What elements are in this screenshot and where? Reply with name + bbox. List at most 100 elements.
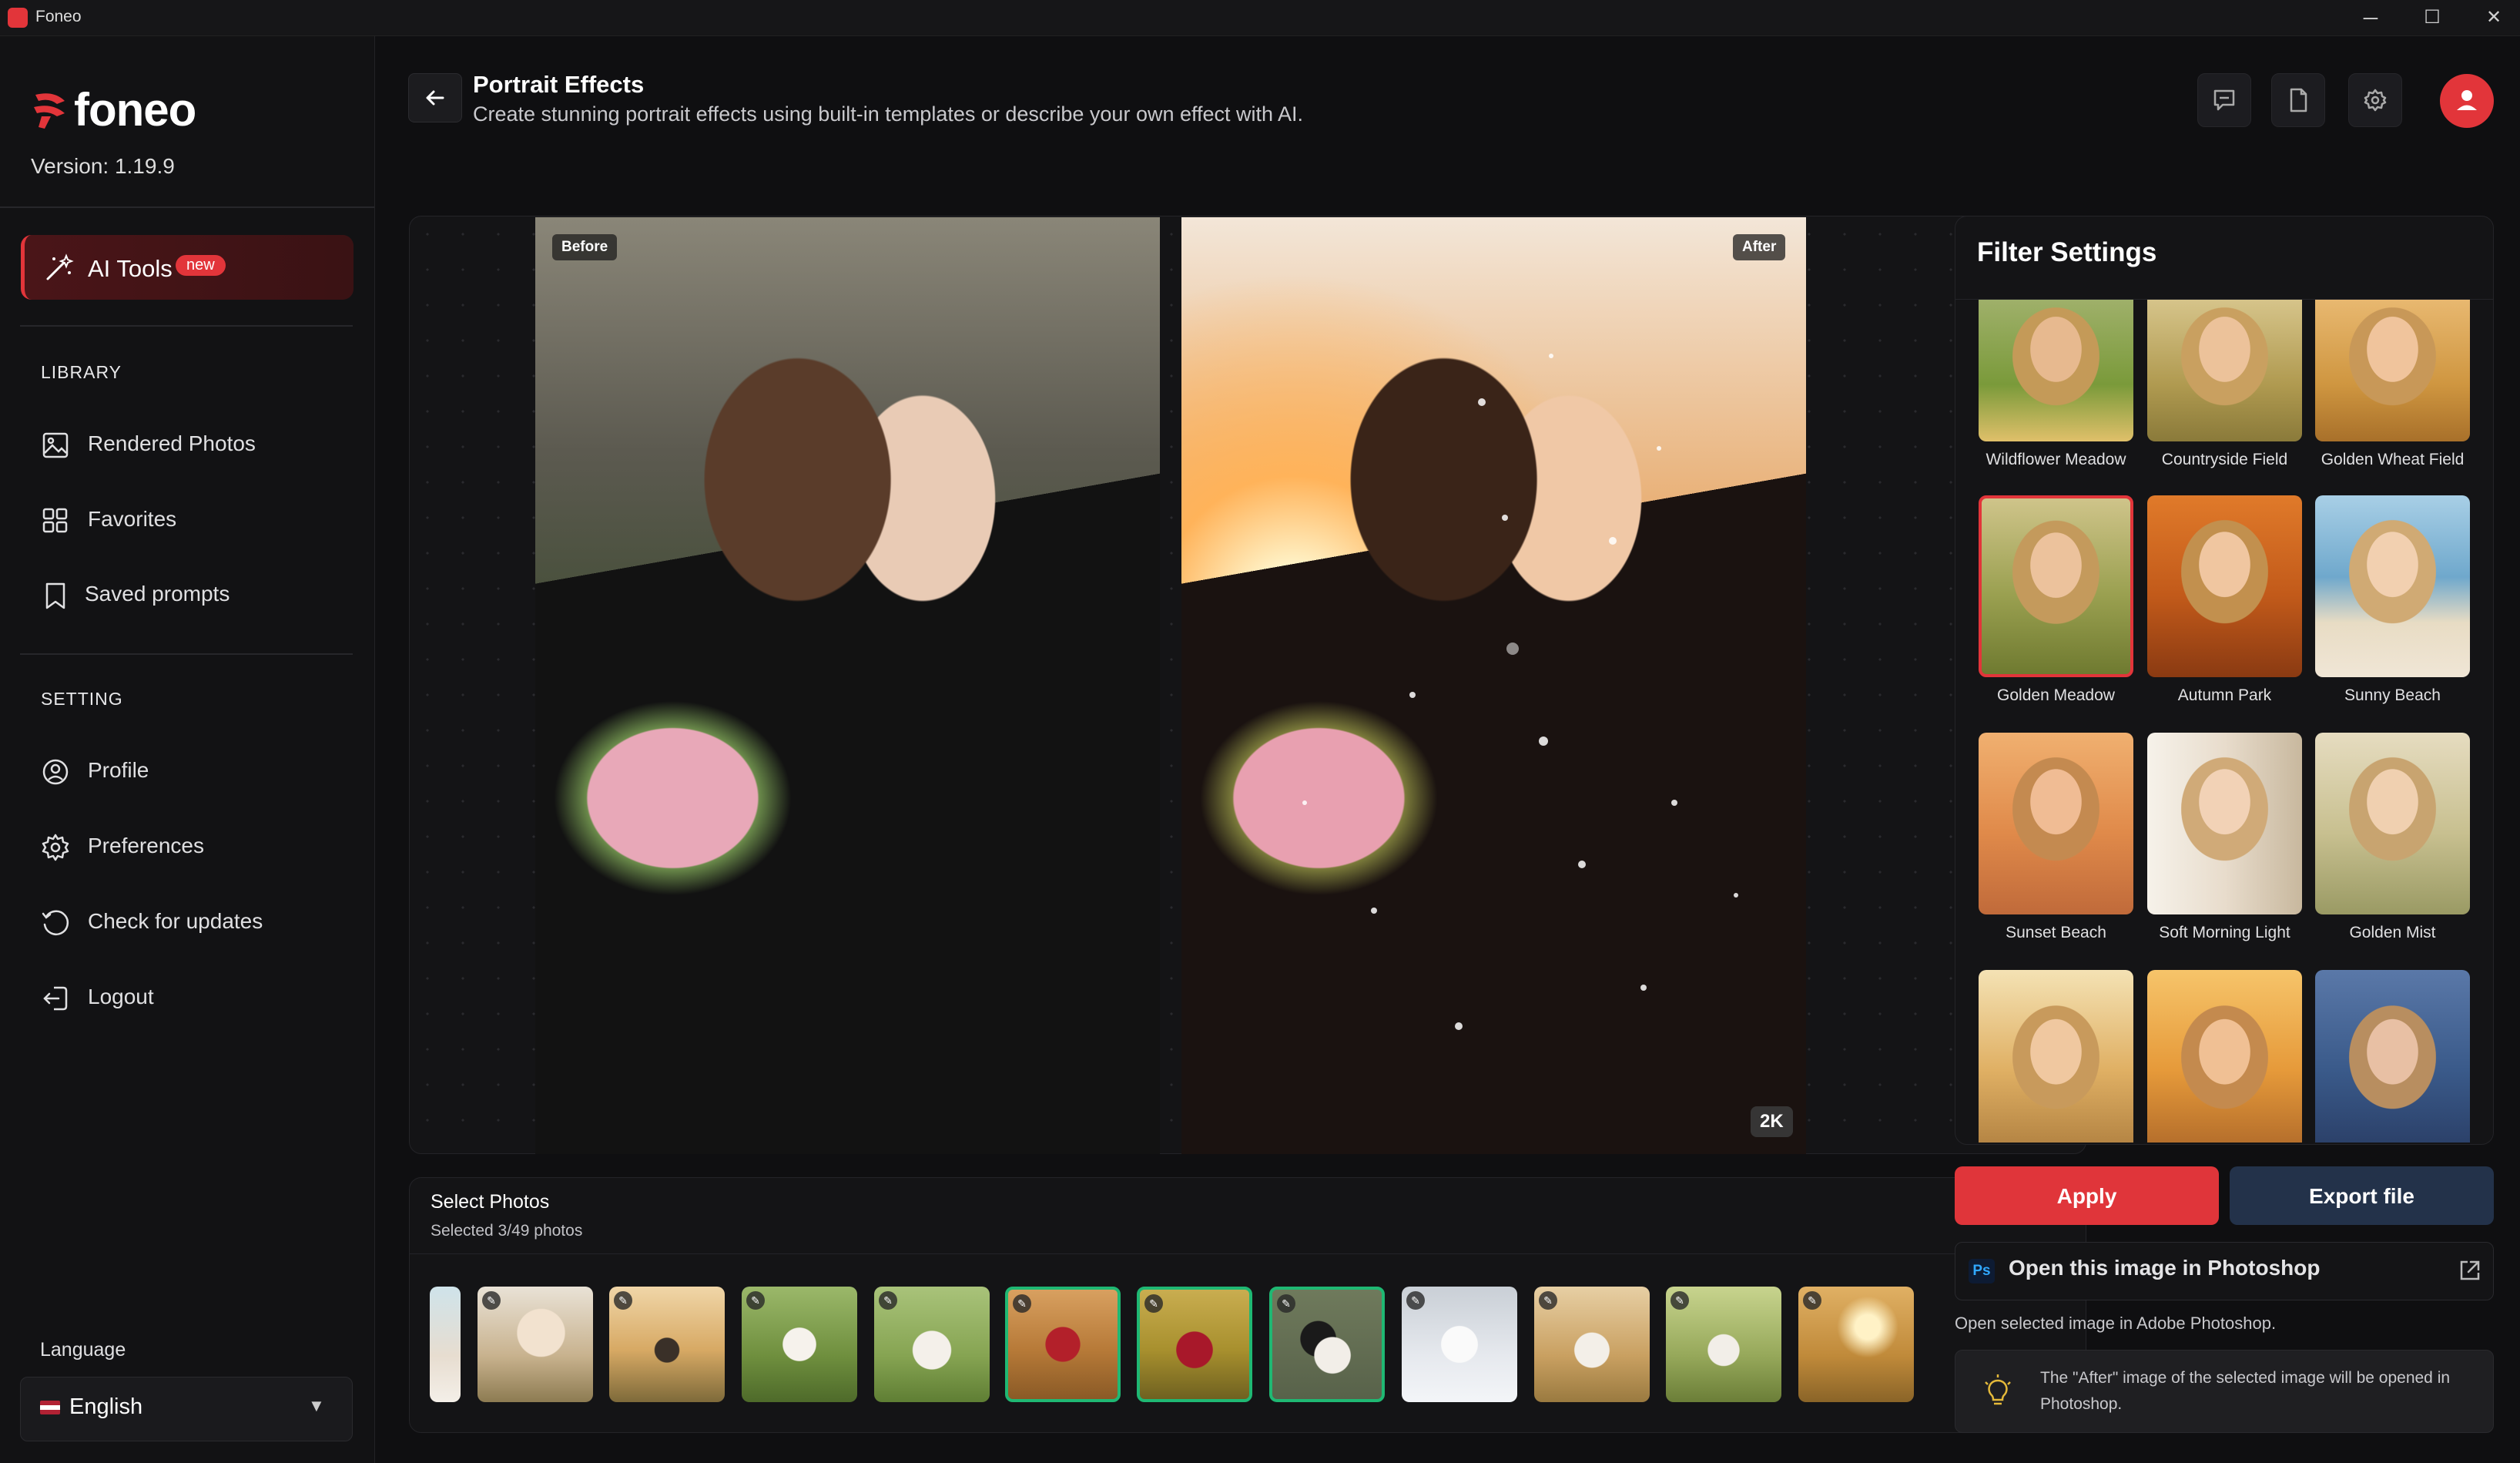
image-icon [42, 432, 69, 458]
divider [20, 653, 353, 655]
language-label: Language [40, 1339, 126, 1361]
filter-name: Wildflower Meadow [1986, 451, 2126, 468]
before-label: Before [552, 234, 618, 260]
document-button[interactable] [2271, 73, 2325, 127]
external-link-icon[interactable] [2457, 1257, 2483, 1283]
file-icon [2290, 88, 2307, 112]
sidebar-item-saved-prompts[interactable]: Saved prompts [40, 572, 356, 619]
gear-icon [42, 834, 69, 861]
edit-icon[interactable]: ✎ [1803, 1291, 1821, 1310]
grid-icon [42, 508, 68, 533]
divider [410, 1253, 2086, 1254]
maximize-button[interactable]: ☐ [2409, 3, 2455, 32]
selected-count: Selected 3/49 photos [431, 1222, 583, 1240]
close-button[interactable]: ✕ [2471, 3, 2517, 32]
minimize-button[interactable]: ─ [2347, 3, 2394, 32]
user-circle-icon [42, 759, 69, 785]
divider [20, 325, 353, 327]
filter-card-golden-meadow[interactable]: Golden Meadow [1979, 495, 2133, 705]
filter-name: Soft Morning Light [2159, 924, 2290, 941]
sidebar-item-rendered-photos[interactable]: Rendered Photos [40, 422, 356, 468]
library-section-title: LIBRARY [41, 362, 122, 382]
chevron-down-icon: ▼ [308, 1396, 325, 1415]
photo-thumbnail[interactable]: ✎ [478, 1287, 593, 1402]
bookmark-icon [45, 582, 65, 609]
filter-card-sunny-beach[interactable]: Sunny Beach [2315, 495, 2470, 705]
after-image [1181, 217, 1806, 1154]
photo-thumbnail[interactable]: ✎ [742, 1287, 857, 1402]
refresh-icon [42, 910, 69, 935]
photo-thumbnail[interactable] [430, 1287, 461, 1402]
filter-card-wildflower-meadow[interactable]: Wildflower Meadow [1979, 300, 2133, 469]
edit-icon[interactable]: ✎ [1671, 1291, 1689, 1310]
sidebar-item-preferences[interactable]: Preferences [40, 824, 356, 871]
edit-icon[interactable]: ✎ [746, 1291, 765, 1310]
edit-icon[interactable]: ✎ [1277, 1294, 1295, 1313]
filter-name: Golden Meadow [1997, 686, 2115, 704]
sidebar-item-label: Profile [88, 758, 149, 782]
resolution-badge: 2K [1751, 1106, 1793, 1137]
sidebar-item-favorites[interactable]: Favorites [40, 498, 356, 544]
page-title: Portrait Effects [473, 71, 645, 98]
filter-name: Autumn Park [2177, 686, 2272, 704]
user-icon [2457, 90, 2477, 110]
window-title: Foneo [35, 8, 82, 25]
info-text: The "After" image of the selected image … [2040, 1369, 2451, 1413]
filter-card[interactable] [2315, 970, 2470, 1143]
filter-card-autumn-park[interactable]: Autumn Park [2147, 495, 2302, 705]
sidebar-item-check-updates[interactable]: Check for updates [40, 900, 356, 946]
before-image [535, 217, 1160, 1154]
back-button[interactable] [408, 73, 462, 122]
filter-name: Golden Wheat Field [2321, 451, 2465, 468]
filter-card-sunset-beach[interactable]: Sunset Beach [1979, 733, 2133, 942]
new-badge: new [176, 255, 226, 276]
filter-card-soft-morning-light[interactable]: Soft Morning Light [2147, 733, 2302, 942]
settings-button[interactable] [2348, 73, 2402, 127]
edit-icon[interactable]: ✎ [1013, 1294, 1031, 1313]
photo-thumbnail[interactable]: ✎ [1534, 1287, 1650, 1402]
filter-grid: Wildflower Meadow Countryside Field Gold… [1979, 300, 2471, 1143]
edit-icon[interactable]: ✎ [1406, 1291, 1425, 1310]
title-bar [0, 0, 2520, 36]
photo-thumbnail-selected[interactable]: ✎ [1269, 1287, 1385, 1402]
logout-icon [43, 986, 68, 1011]
filter-card-golden-mist[interactable]: Golden Mist [2315, 733, 2470, 942]
export-file-button[interactable]: Export file [2230, 1166, 2494, 1225]
sidebar-item-label: Favorites [88, 507, 177, 531]
edit-icon[interactable]: ✎ [482, 1291, 501, 1310]
app-icon [8, 8, 28, 28]
us-flag-icon [40, 1401, 60, 1414]
filter-card-golden-wheat-field[interactable]: Golden Wheat Field [2315, 300, 2470, 469]
sidebar-item-label: AI Tools [88, 255, 173, 282]
feedback-button[interactable] [2197, 73, 2251, 127]
photo-thumbnail[interactable]: ✎ [1666, 1287, 1781, 1402]
photo-thumbnail-selected[interactable]: ✎ [1137, 1287, 1252, 1402]
arrow-left-icon [426, 90, 444, 106]
photo-thumbnail[interactable]: ✎ [1798, 1287, 1914, 1402]
filter-card[interactable] [1979, 970, 2133, 1143]
photo-thumbnail[interactable]: ✎ [874, 1287, 990, 1402]
divider [0, 206, 374, 208]
edit-icon[interactable]: ✎ [1539, 1291, 1557, 1310]
open-in-photoshop-label: Open this image in Photoshop [2009, 1256, 2321, 1280]
photoshop-description: Open selected image in Adobe Photoshop. [1955, 1314, 2277, 1333]
filter-card-countryside-field[interactable]: Countryside Field [2147, 300, 2302, 469]
page-subtitle: Create stunning portrait effects using b… [473, 102, 1304, 126]
edit-icon[interactable]: ✎ [879, 1291, 897, 1310]
sidebar-item-label: Saved prompts [85, 582, 230, 606]
edit-icon[interactable]: ✎ [1144, 1294, 1163, 1313]
filter-card[interactable] [2147, 970, 2302, 1143]
sidebar-item-profile[interactable]: Profile [40, 749, 356, 795]
photo-thumbnail-selected[interactable]: ✎ [1005, 1287, 1121, 1402]
user-avatar-button[interactable] [2440, 74, 2494, 128]
filter-name: Sunset Beach [2006, 924, 2106, 941]
sidebar-item-label: Check for updates [88, 909, 263, 933]
edit-icon[interactable]: ✎ [614, 1291, 632, 1310]
apply-button[interactable]: Apply [1955, 1166, 2219, 1225]
photo-thumbnail[interactable]: ✎ [609, 1287, 725, 1402]
sidebar-item-logout[interactable]: Logout [40, 975, 356, 1022]
snow-particles [1302, 354, 1738, 1030]
sidebar-item-label: Logout [88, 985, 154, 1008]
magic-wand-icon [46, 253, 74, 280]
photo-thumbnail[interactable]: ✎ [1402, 1287, 1517, 1402]
